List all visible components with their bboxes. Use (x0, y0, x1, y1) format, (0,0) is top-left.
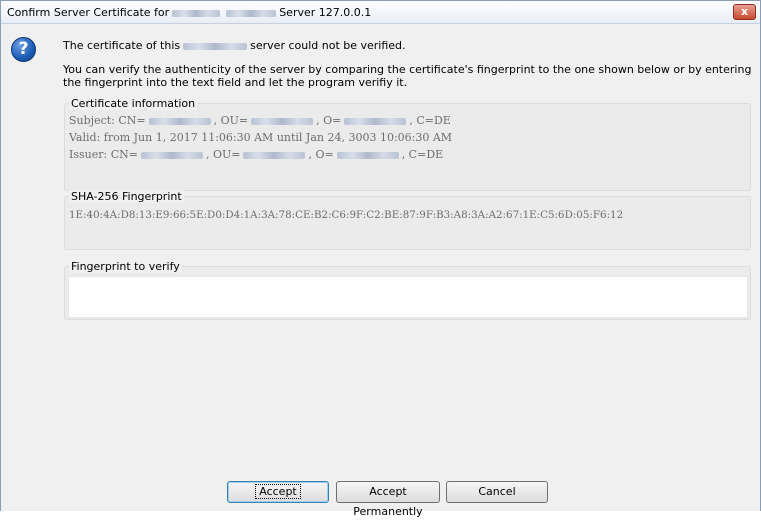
redacted-value (344, 117, 407, 125)
redacted-value (148, 117, 211, 125)
title-prefix: Confirm Server Certificate for (7, 6, 170, 19)
certificate-info-group: Certificate information Subject: CN= , OU… (64, 97, 751, 191)
issuer-o: , O= (308, 148, 334, 161)
redacted-product-name (183, 42, 248, 50)
issuer-line: Issuer: CN= , OU= , O= , C=DE (69, 148, 443, 161)
dialog-content: ? The certificate of this server could no… (1, 25, 760, 518)
subject-o: , O= (316, 114, 342, 127)
certificate-info-label: Certificate information (69, 97, 198, 110)
question-icon: ? (11, 37, 36, 62)
subject-prefix: Subject: CN= (69, 114, 146, 127)
accept-button[interactable]: Accept (227, 481, 329, 503)
message-suffix: server could not be verified. (250, 39, 406, 52)
subject-c: , C=DE (409, 114, 451, 127)
valid-line: Valid: from Jun 1, 2017 11:06:30 AM unti… (69, 131, 453, 144)
title-bar[interactable]: Confirm Server Certificate for Server 127… (1, 1, 760, 24)
subject-ou: , OU= (213, 114, 249, 127)
redacted-value (336, 151, 399, 159)
fingerprint-verify-input[interactable] (68, 276, 748, 318)
redacted-value (251, 117, 314, 125)
verify-group: Fingerprint to verify (64, 260, 751, 320)
window-title: Confirm Server Certificate for Server 127… (7, 6, 371, 19)
cancel-button[interactable]: Cancel (446, 481, 548, 503)
fingerprint-label: SHA-256 Fingerprint (69, 190, 184, 203)
cancel-label: Cancel (478, 485, 516, 498)
instructions-text: You can verify the authenticity of the s… (63, 63, 752, 89)
title-suffix: Server 127.0.0.1 (279, 6, 372, 19)
redacted-product-name (172, 9, 221, 17)
close-button[interactable]: x (733, 4, 756, 20)
subject-line: Subject: CN= , OU= , O= , C=DE (69, 114, 451, 127)
redacted-value (140, 151, 203, 159)
accept-button-label: Accept (255, 484, 301, 499)
redacted-value (243, 151, 306, 159)
issuer-c: , C=DE (401, 148, 444, 161)
fingerprint-value: 1E:40:4A:D8:13:E9:66:5E:D0:D4:1A:3A:78:C… (69, 209, 624, 221)
accept-permanently-label: Accept Permanently (353, 485, 423, 518)
close-icon: x (740, 5, 749, 18)
message-text: The certificate of this server could not … (63, 39, 406, 52)
fingerprint-group: SHA-256 Fingerprint 1E:40:4A:D8:13:E9:66… (64, 190, 751, 250)
message-prefix: The certificate of this (63, 39, 181, 52)
issuer-prefix: Issuer: CN= (69, 148, 138, 161)
issuer-ou: , OU= (205, 148, 241, 161)
redacted-product-name (226, 9, 277, 17)
accept-permanently-button[interactable]: Accept Permanently (336, 481, 440, 518)
certificate-dialog: Confirm Server Certificate for Server 127… (0, 0, 761, 518)
verify-label: Fingerprint to verify (69, 260, 182, 273)
